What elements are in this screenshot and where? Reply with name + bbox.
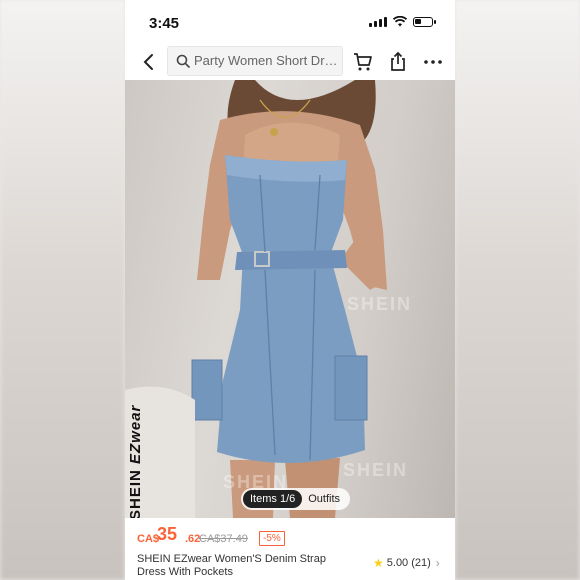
- search-icon: [176, 54, 190, 68]
- rating-summary[interactable]: ★ 5.00 (21) ›: [373, 556, 440, 570]
- items-pill[interactable]: Items 1/6: [243, 490, 303, 508]
- outfits-pill[interactable]: Outfits: [302, 493, 344, 505]
- discount-badge: -5%: [259, 531, 285, 546]
- shopping-cart-icon[interactable]: [351, 50, 375, 74]
- search-bar[interactable]: Party Women Short Dre...: [167, 46, 343, 76]
- phone-screen: 3:45 Party Women Short Dre... SHEIN SHEI…: [125, 0, 455, 580]
- star-icon: ★: [373, 556, 384, 570]
- brand-suffix: EZwear: [127, 404, 144, 464]
- status-bar: 3:45: [125, 0, 455, 44]
- status-icons: [369, 16, 436, 27]
- original-price: CA$37.49: [199, 533, 248, 545]
- back-arrow-icon[interactable]: [137, 50, 161, 74]
- status-time: 3:45: [149, 15, 180, 32]
- chevron-right-icon: ›: [435, 556, 440, 570]
- price-row: CA$ 35 .62 CA$37.49 -5%: [137, 524, 447, 548]
- brand-logo: SHEIN EZwear: [127, 380, 151, 518]
- share-icon[interactable]: [386, 50, 410, 74]
- price-cents: .62: [185, 533, 201, 545]
- review-count: (21): [411, 557, 431, 569]
- rating-value: 5.00: [386, 557, 409, 569]
- price-currency: CA$: [137, 533, 160, 545]
- watermark-text: SHEIN: [347, 294, 413, 314]
- search-input[interactable]: Party Women Short Dre...: [194, 47, 340, 75]
- background-blur-right: [455, 0, 580, 580]
- image-pill-switch: Items 1/6 Outfits: [241, 488, 351, 510]
- nav-bar: Party Women Short Dre...: [125, 44, 455, 80]
- price-main: 35: [157, 524, 178, 544]
- battery-icon: [413, 16, 436, 27]
- product-title: SHEIN EZwear Women'S Denim Strap Dress W…: [137, 553, 326, 578]
- more-options-icon[interactable]: [421, 50, 445, 74]
- signal-icon: [369, 16, 387, 27]
- brand-prefix: SHEIN: [127, 463, 144, 518]
- watermark-text: SHEIN: [343, 460, 409, 480]
- background-blur-left: [0, 0, 125, 580]
- product-image[interactable]: SHEIN SHEIN SHEIN SHEIN EZwear Items 1/6…: [125, 80, 455, 518]
- wifi-icon: [393, 16, 407, 27]
